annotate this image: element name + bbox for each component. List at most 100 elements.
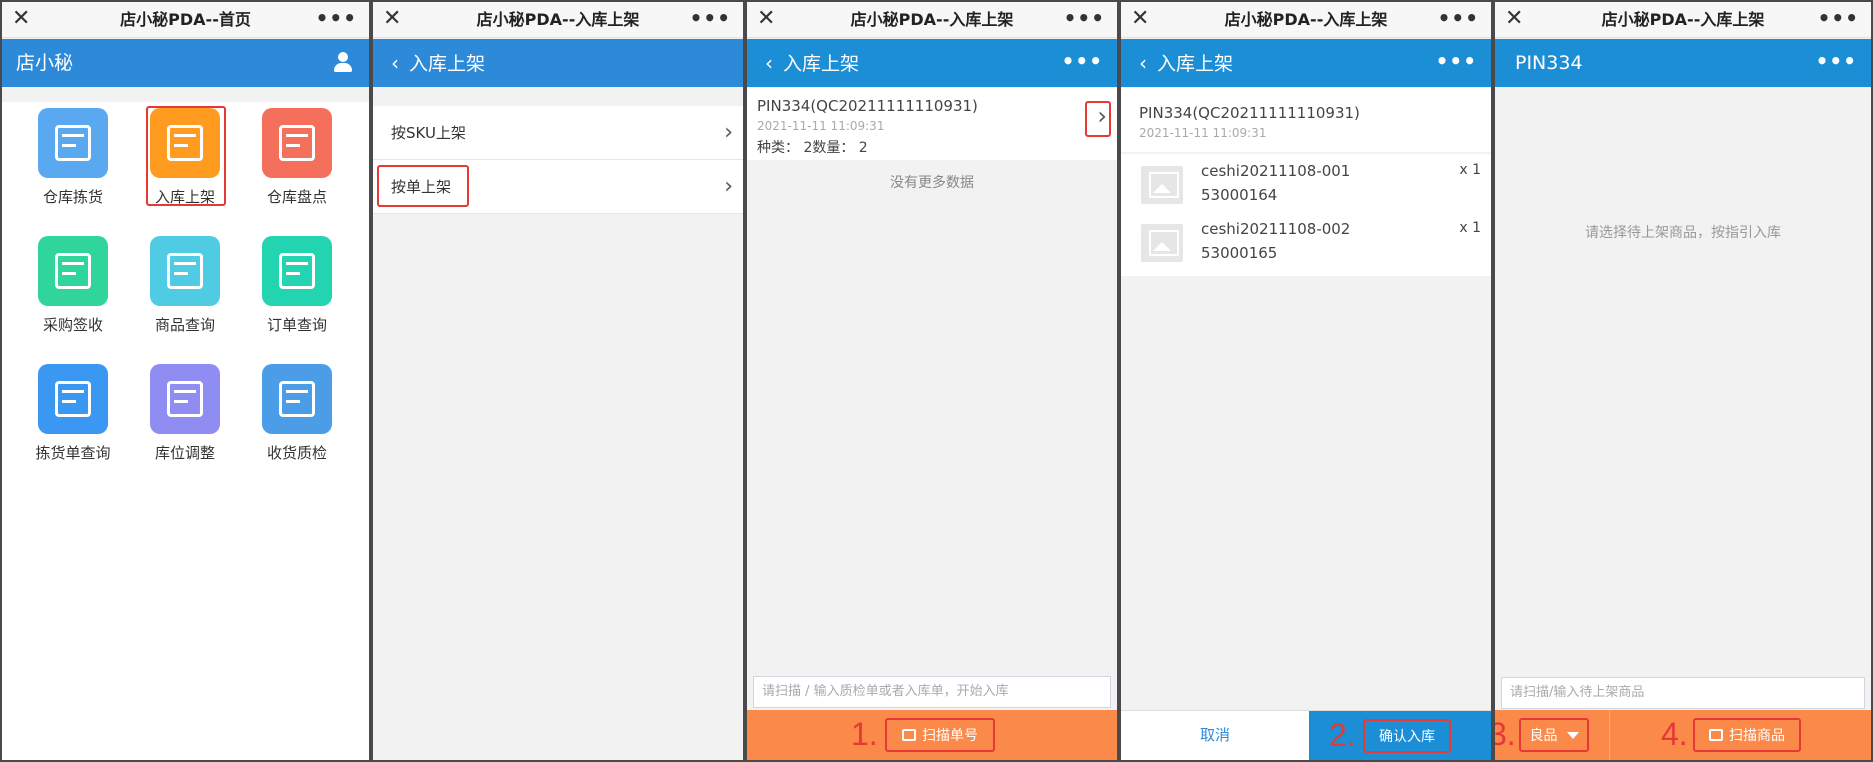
putaway-hint: 请选择待上架商品，按指引入库 [1585, 225, 1781, 241]
app-header: PIN334 ••• [1495, 39, 1871, 87]
feature-icon [262, 108, 332, 178]
more-icon[interactable]: ••• [1438, 2, 1479, 34]
close-icon[interactable]: ✕ [12, 6, 30, 32]
window-title: 店小秘PDA--首页 [120, 10, 251, 29]
feature-tile[interactable]: 库位调整 [129, 364, 241, 463]
item-qty: x 1 [1459, 220, 1481, 236]
caret-down-icon [1566, 732, 1579, 739]
more-icon[interactable]: ••• [1818, 2, 1859, 34]
scan-order-button[interactable]: 扫描单号 [885, 718, 995, 752]
user-icon[interactable] [333, 52, 353, 74]
wechat-title-bar: ✕ 店小秘PDA--入库上架 ••• [1121, 2, 1491, 38]
feature-label: 拣货单查询 [35, 444, 111, 462]
feature-icon [38, 108, 108, 178]
confirm-inbound-button[interactable]: 确认入库 [1363, 719, 1451, 753]
more-icon[interactable]: ••• [1064, 2, 1105, 34]
step-number: 1. [851, 716, 878, 752]
feature-tile[interactable]: 仓库盘点 [241, 108, 353, 207]
item-code: 53000164 [1201, 186, 1278, 204]
feature-label: 采购签收 [42, 316, 103, 334]
order-meta: 种类： 2数量： 2 [757, 140, 868, 156]
feature-label: 仓库拣货 [42, 188, 103, 206]
more-icon[interactable]: ••• [1062, 39, 1103, 83]
app-title: 店小秘 [16, 52, 74, 74]
close-icon[interactable]: ✕ [1131, 6, 1149, 32]
wechat-title-bar: ✕ 店小秘PDA--入库上架 ••• [1495, 2, 1871, 38]
order-card[interactable]: PIN334(QC20211111110931) 2021-11-11 11:0… [747, 88, 1117, 160]
order-id: PIN334(QC20211111110931) [757, 97, 978, 115]
scan-product-button[interactable]: 扫描商品 [1693, 718, 1801, 752]
highlight-inbound-tile [146, 106, 226, 206]
item-sku: ceshi20211108-001 [1201, 162, 1351, 180]
item-code: 53000165 [1201, 244, 1278, 262]
image-placeholder-icon [1141, 224, 1183, 262]
menu-item-label: 按SKU上架 [391, 124, 466, 142]
list-item[interactable]: ceshi20211108-002 53000165 x 1 [1121, 214, 1491, 272]
feature-tile[interactable]: 商品查询 [129, 236, 241, 335]
window-title: 店小秘PDA--入库上架 [476, 10, 640, 29]
quality-select[interactable]: 良品 [1519, 718, 1589, 752]
close-icon[interactable]: ✕ [757, 6, 775, 32]
scan-order-input[interactable]: 请扫描 / 输入质检单或者入库单，开始入库 [753, 676, 1111, 708]
wechat-title-bar: ✕ 店小秘PDA--首页 ••• [2, 2, 369, 38]
feature-icon [38, 236, 108, 306]
close-icon[interactable]: ✕ [1505, 6, 1523, 32]
chevron-left-icon: ‹ [765, 51, 773, 75]
menu-item-by-sku[interactable]: 按SKU上架 › [373, 106, 743, 160]
wechat-title-bar: ✕ 店小秘PDA--入库上架 ••• [373, 2, 743, 38]
order-id: PIN334(QC20211111110931) [1139, 104, 1360, 122]
cancel-button[interactable]: 取消 [1121, 711, 1309, 760]
order-items: ceshi20211108-001 53000164 x 1 ceshi2021… [1121, 154, 1491, 276]
scan-icon [1709, 729, 1723, 741]
feature-label: 订单查询 [266, 316, 327, 334]
chevron-right-icon: › [724, 174, 733, 199]
list-item[interactable]: ceshi20211108-001 53000164 x 1 [1121, 156, 1491, 214]
close-icon[interactable]: ✕ [383, 6, 401, 32]
scan-icon [902, 729, 916, 741]
more-icon[interactable]: ••• [316, 2, 357, 34]
feature-tile[interactable]: 收货质检 [241, 364, 353, 463]
feature-icon [38, 364, 108, 434]
bottom-action-bar: 3. 良品 4. 扫描商品 [1495, 710, 1871, 760]
screenshot-strip: ✕ 店小秘PDA--首页 ••• 店小秘 仓库拣货 入库上架 仓库盘点 采购签收 商品查… [0, 0, 1873, 762]
panel-home: ✕ 店小秘PDA--首页 ••• 店小秘 仓库拣货 入库上架 仓库盘点 采购签收 商品查… [0, 0, 371, 762]
app-header: ‹ 入库上架 [373, 39, 743, 87]
window-title: 店小秘PDA--入库上架 [1224, 10, 1388, 29]
feature-icon [150, 236, 220, 306]
page-title: PIN334 [1515, 52, 1583, 74]
step-number: 2. [1329, 717, 1356, 753]
step-number: 3. [1495, 716, 1516, 752]
item-sku: ceshi20211108-002 [1201, 220, 1351, 238]
back-button[interactable]: ‹ 入库上架 [391, 39, 485, 88]
more-icon[interactable]: ••• [1436, 39, 1477, 83]
app-header: ‹ 入库上架 ••• [1121, 39, 1491, 87]
more-icon[interactable]: ••• [690, 2, 731, 34]
order-time: 2021-11-11 11:09:31 [757, 119, 885, 133]
image-placeholder-icon [1141, 166, 1183, 204]
feature-tile[interactable]: 拣货单查询 [17, 364, 129, 463]
no-more-data: 没有更多数据 [890, 175, 974, 191]
feature-tile[interactable]: 仓库拣货 [17, 108, 129, 207]
chevron-left-icon: ‹ [391, 51, 399, 75]
confirm-area: 2. 确认入库 [1309, 711, 1491, 760]
feature-tile[interactable]: 采购签收 [17, 236, 129, 335]
feature-tile[interactable]: 订单查询 [241, 236, 353, 335]
back-button[interactable]: ‹ 入库上架 [1139, 39, 1233, 88]
feature-label: 库位调整 [154, 444, 215, 462]
feature-icon [150, 364, 220, 434]
window-title: 店小秘PDA--入库上架 [1601, 10, 1765, 29]
back-button[interactable]: ‹ 入库上架 [765, 39, 859, 88]
panel-order-list: ✕ 店小秘PDA--入库上架 ••• ‹ 入库上架 ••• PIN334(QC20… [745, 0, 1119, 762]
panel-order-detail: ✕ 店小秘PDA--入库上架 ••• ‹ 入库上架 ••• PIN334(QC20… [1119, 0, 1493, 762]
feature-icon [262, 364, 332, 434]
chevron-left-icon: ‹ [1139, 51, 1147, 75]
more-icon[interactable]: ••• [1816, 39, 1857, 83]
item-qty: x 1 [1459, 162, 1481, 178]
highlight-order-arrow [1085, 101, 1111, 137]
scan-product-input[interactable]: 请扫描/输入待上架商品 [1501, 677, 1865, 709]
chevron-right-icon: › [724, 120, 733, 145]
window-title: 店小秘PDA--入库上架 [850, 10, 1014, 29]
divider [1609, 710, 1610, 760]
app-header: ‹ 入库上架 ••• [747, 39, 1117, 87]
feature-icon [262, 236, 332, 306]
